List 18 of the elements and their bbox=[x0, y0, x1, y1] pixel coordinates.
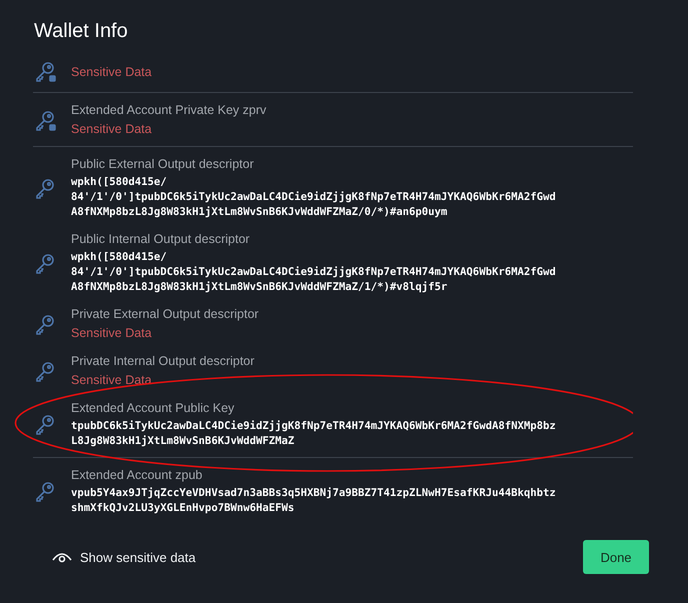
sensitive-data-text: Sensitive Data bbox=[71, 121, 153, 138]
sensitive-data-text: Sensitive Data bbox=[71, 325, 153, 342]
show-sensitive-data-toggle[interactable]: Show sensitive data bbox=[50, 548, 198, 566]
key-value-text: vpub5Y4ax9JTjqZccYeVDHVsad7n3aBBs3q5HXBNj7a9BBZ7T41zpZLNwH7EsafKRJu44Bkqhbtz shmXfkQJv2LU3yXGLEnHvpo7BWnw6HaEFWs bbox=[71, 486, 556, 516]
eye-icon bbox=[52, 550, 72, 564]
field-label: Private Internal Output descriptor bbox=[71, 354, 254, 369]
key-value-text: tpubDC6k5iTykUc2awDaLC4DCie9idZjjgK8fNp7eTR4H74mJYKAQ6WbKr6MA2fGwdA8fNXMp8bz L8Jg8W83kH1jXtLm8WvSnB6KJvWddWFZMaZ bbox=[71, 419, 556, 449]
field-label: Public External Output descriptor bbox=[71, 157, 255, 172]
field-label: Extended Account zpub bbox=[71, 468, 204, 483]
key-value-text: wpkh([580d415e/ 84'/1'/0']tpubDC6k5iTykUc2awDaLC4DCie9idZjjgK8fNp7eTR4H74mJYKAQ6WbKr6MA2fGwd A8fNXMp8bzL8Jg8W83kH1jXtLm8WvSnB6KJvWddWFZMaZ/0/*)#an6p0uym bbox=[71, 175, 556, 220]
dialog-title: Wallet Info bbox=[33, 19, 129, 44]
field-label: Public Internal Output descriptor bbox=[71, 232, 251, 247]
field-label: Private External Output descriptor bbox=[71, 307, 259, 322]
done-button[interactable]: Done bbox=[583, 540, 649, 574]
field-label: Extended Account Public Key bbox=[71, 401, 236, 416]
field-label: Extended Account Private Key zprv bbox=[71, 103, 266, 118]
key-value-text: wpkh([580d415e/ 84'/1'/0']tpubDC6k5iTykUc2awDaLC4DCie9idZjjgK8fNp7eTR4H74mJYKAQ6WbKr6MA2fGwd A8fNXMp8bzL8Jg8W83kH1jXtLm8WvSnB6KJvWddWFZMaZ/1/*)#v8lqjf5r bbox=[71, 250, 556, 295]
sensitive-data-text: Sensitive Data bbox=[71, 64, 152, 80]
